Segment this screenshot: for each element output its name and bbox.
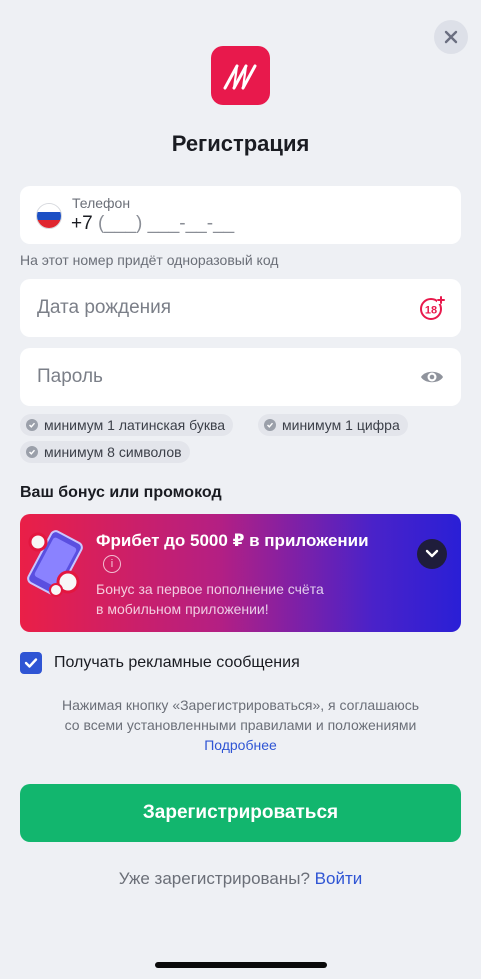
marketing-checkbox-row[interactable]: Получать рекламные сообщения xyxy=(20,652,300,674)
login-prompt: Уже зарегистрированы? Войти xyxy=(0,869,481,889)
check-icon xyxy=(26,446,38,458)
phone-input[interactable]: +7 (___) ___-__-__ xyxy=(71,213,234,235)
password-rule-label: минимум 1 цифра xyxy=(282,417,400,433)
password-rule-chip: минимум 1 латинская буква xyxy=(20,414,234,436)
bonus-description-line: в мобильном приложении! xyxy=(96,601,269,617)
page-title: Регистрация xyxy=(171,131,310,156)
password-rule-chip: минимум 1 цифра xyxy=(258,414,408,436)
bonus-card[interactable]: Фрибет до 5000 ₽ в приложении i Бонус за… xyxy=(20,514,461,632)
age-18-plus-icon: 18 xyxy=(420,296,445,320)
phone-label: Телефон xyxy=(72,195,131,211)
check-icon xyxy=(26,419,38,431)
birth-date-placeholder: Дата рождения xyxy=(37,297,172,318)
bonus-description-line: Бонус за первое пополнение счёта xyxy=(96,581,324,597)
terms-more-link[interactable]: Подробнее xyxy=(0,735,481,755)
password-placeholder: Пароль xyxy=(37,366,103,387)
login-question: Уже зарегистрированы? xyxy=(118,869,310,888)
phone-hint: На этот номер придёт одноразовый код xyxy=(20,252,279,268)
terms-line: Нажимая кнопку «Зарегистрироваться», я с… xyxy=(61,697,420,713)
phone-prefix: +7 xyxy=(71,213,93,234)
password-rule-label: минимум 1 латинская буква xyxy=(44,417,226,433)
bonus-section-title: Ваш бонус или промокод xyxy=(20,484,222,501)
password-field[interactable]: Пароль xyxy=(20,348,461,406)
phone-field[interactable]: Телефон +7 (___) ___-__-__ xyxy=(20,186,461,244)
checkmark-icon xyxy=(24,658,38,668)
close-button[interactable] xyxy=(434,20,468,54)
info-icon[interactable]: i xyxy=(103,555,121,573)
svg-text:18: 18 xyxy=(425,305,437,317)
app-logo xyxy=(211,46,270,105)
bonus-description: Бонус за первое пополнение счёта в мобил… xyxy=(96,579,356,619)
brand-logo-icon xyxy=(223,64,256,89)
password-rule-label: минимум 8 символов xyxy=(44,444,182,460)
check-icon xyxy=(264,419,276,431)
terms-line: со всеми установленными правилами и поло… xyxy=(64,717,417,733)
phone-mask: (___) ___-__-__ xyxy=(97,213,235,234)
close-icon xyxy=(444,30,458,44)
register-button[interactable]: Зарегистрироваться xyxy=(20,784,461,842)
marketing-checkbox-label: Получать рекламные сообщения xyxy=(54,654,300,671)
login-link[interactable]: Войти xyxy=(315,869,363,888)
bonus-expand-button[interactable] xyxy=(417,539,447,569)
bonus-title: Фрибет до 5000 ₽ в приложении xyxy=(96,531,369,550)
terms-text: Нажимая кнопку «Зарегистрироваться», я с… xyxy=(0,695,481,755)
chevron-down-icon xyxy=(425,549,439,558)
birth-date-field[interactable]: Дата рождения 18 xyxy=(20,279,461,337)
password-rule-chip: минимум 8 символов xyxy=(20,441,190,463)
phone-coins-illustration xyxy=(27,530,83,597)
eye-icon[interactable] xyxy=(419,364,445,390)
russia-flag-icon[interactable] xyxy=(36,203,62,229)
home-indicator xyxy=(155,962,327,968)
marketing-checkbox[interactable] xyxy=(20,652,42,674)
